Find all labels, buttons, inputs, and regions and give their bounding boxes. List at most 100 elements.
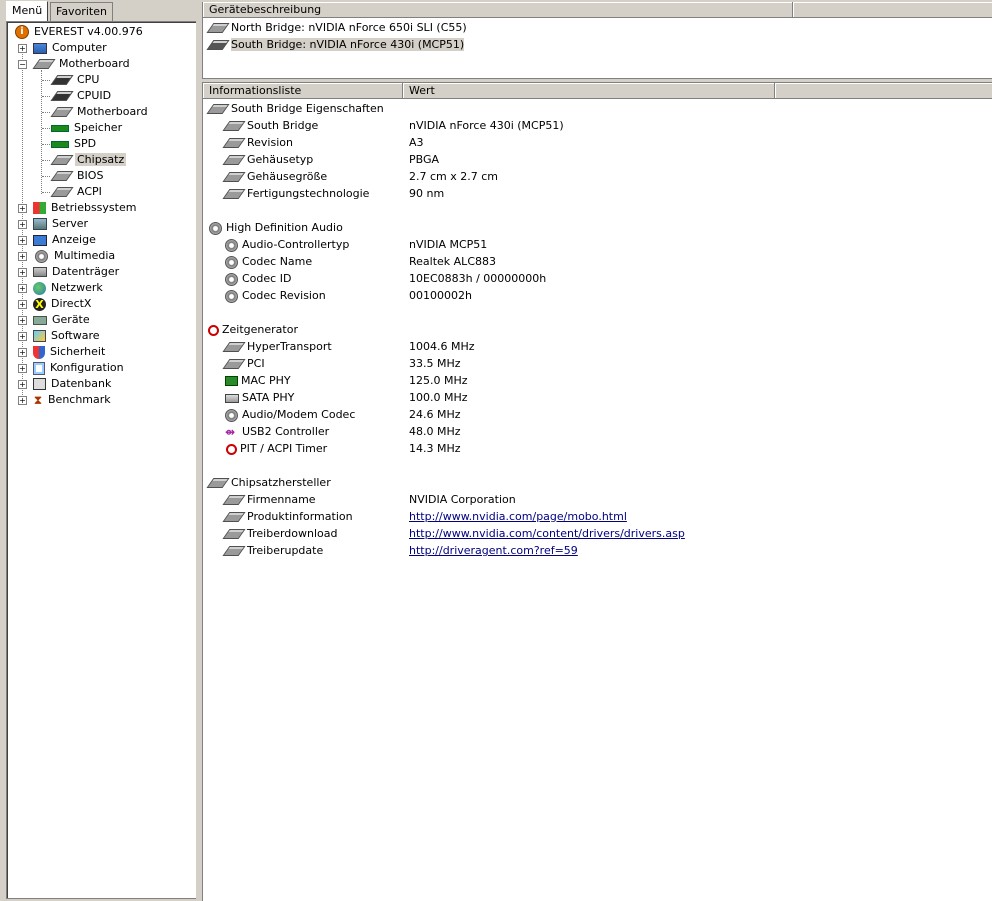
- info-row[interactable]: Codec ID: [223, 270, 291, 287]
- tree-label: Motherboard: [59, 57, 130, 70]
- tree-item-anzeige[interactable]: Anzeige: [33, 232, 98, 248]
- info-label: PIT / ACPI Timer: [240, 442, 328, 455]
- tree-item-cpuid[interactable]: CPUID: [50, 88, 113, 104]
- info-row[interactable]: Audio-Controllertyp: [223, 236, 349, 253]
- info-row[interactable]: Revision: [222, 134, 293, 151]
- tree-item-motherboard-sub[interactable]: Motherboard: [50, 104, 150, 120]
- device-description-header[interactable]: Gerätebeschreibung: [203, 2, 793, 18]
- product-info-link[interactable]: http://www.nvidia.com/page/mobo.html: [409, 510, 627, 523]
- tree-label: Datenträger: [52, 265, 120, 278]
- info-value: 10EC0883h / 00000000h: [409, 272, 547, 285]
- info-row[interactable]: PIT / ACPI Timer: [223, 440, 327, 457]
- driver-update-link[interactable]: http://driveragent.com?ref=59: [409, 544, 578, 557]
- expand-icon[interactable]: +: [18, 284, 27, 293]
- info-row[interactable]: Treiberupdate: [222, 542, 323, 559]
- tree-item-konfiguration[interactable]: Konfiguration: [33, 360, 126, 376]
- expand-icon[interactable]: +: [18, 380, 27, 389]
- tree-item-datentraeger[interactable]: Datenträger: [33, 264, 121, 280]
- column-header-value[interactable]: Wert: [403, 83, 775, 99]
- tree-item-chipsatz[interactable]: Chipsatz: [50, 152, 127, 168]
- column-header-info[interactable]: Informationsliste: [203, 83, 403, 99]
- tree-item-software[interactable]: Software: [33, 328, 102, 344]
- speaker-icon: [225, 289, 238, 303]
- chip-icon: [222, 189, 246, 199]
- info-row[interactable]: PCI: [222, 355, 265, 372]
- expand-icon[interactable]: +: [18, 364, 27, 373]
- tree-item-acpi[interactable]: ACPI: [50, 184, 104, 200]
- tree-item-multimedia[interactable]: Multimedia: [33, 248, 117, 264]
- memory-icon: [51, 124, 69, 132]
- expand-icon[interactable]: +: [18, 204, 27, 213]
- database-icon: [33, 378, 46, 390]
- device-description-panel[interactable]: Gerätebeschreibung North Bridge: nVIDIA …: [202, 2, 992, 79]
- tree-label: Benchmark: [48, 393, 111, 406]
- tree-item-cpu[interactable]: CPU: [50, 72, 101, 88]
- tree-label: Software: [51, 329, 100, 342]
- shield-icon: [33, 345, 45, 359]
- expand-icon[interactable]: +: [18, 396, 27, 405]
- expand-icon[interactable]: +: [18, 268, 27, 277]
- expand-icon[interactable]: +: [18, 252, 27, 261]
- info-row[interactable]: Gehäusetyp: [222, 151, 313, 168]
- tree-label: Betriebssystem: [51, 201, 137, 214]
- info-row[interactable]: Gehäusegröße: [222, 168, 327, 185]
- tree-item-root[interactable]: i EVEREST v4.00.976: [15, 24, 145, 40]
- info-value: 100.0 MHz: [409, 391, 468, 404]
- tree-item-spd[interactable]: SPD: [51, 136, 98, 152]
- device-row-south-bridge[interactable]: South Bridge: nVIDIA nForce 430i (MCP51): [206, 37, 465, 53]
- software-icon: [33, 330, 46, 342]
- info-value: Realtek ALC883: [409, 255, 496, 268]
- info-row[interactable]: Audio/Modem Codec: [223, 406, 355, 423]
- expand-icon[interactable]: +: [18, 300, 27, 309]
- tree-item-benchmark[interactable]: ⧗ Benchmark: [33, 392, 113, 408]
- tab-favorites[interactable]: Favoriten: [50, 2, 113, 21]
- expand-icon[interactable]: +: [18, 332, 27, 341]
- device-row-north-bridge[interactable]: North Bridge: nVIDIA nForce 650i SLI (C5…: [206, 20, 467, 36]
- tree-item-datenbank[interactable]: Datenbank: [33, 376, 113, 392]
- info-label: Firmenname: [247, 493, 316, 506]
- info-row[interactable]: Treiberdownload: [222, 525, 337, 542]
- tree-item-bios[interactable]: BIOS: [50, 168, 105, 184]
- tree-item-sicherheit[interactable]: Sicherheit: [33, 344, 107, 360]
- info-row[interactable]: MAC PHY: [223, 372, 291, 389]
- tree-label: CPUID: [77, 89, 112, 102]
- tree-label: Netzwerk: [51, 281, 103, 294]
- tree-item-motherboard[interactable]: Motherboard: [32, 56, 132, 72]
- expand-icon[interactable]: +: [18, 220, 27, 229]
- tree-item-geraete[interactable]: Geräte: [33, 312, 92, 328]
- clock-icon: [208, 324, 219, 336]
- expand-icon[interactable]: +: [18, 348, 27, 357]
- expand-icon[interactable]: +: [18, 44, 27, 53]
- tree-item-betriebssystem[interactable]: Betriebssystem: [33, 200, 138, 216]
- info-value: 2.7 cm x 2.7 cm: [409, 170, 499, 183]
- hourglass-icon: ⧗: [33, 392, 43, 407]
- tab-menu[interactable]: Menü: [6, 1, 49, 22]
- tree-item-netzwerk[interactable]: Netzwerk: [33, 280, 105, 296]
- tree-label: DirectX: [51, 297, 92, 310]
- info-label: Codec ID: [242, 272, 292, 285]
- navigation-tree[interactable]: i EVEREST v4.00.976 + Computer − Motherbo…: [6, 21, 198, 899]
- info-value: nVIDIA nForce 430i (MCP51): [409, 119, 564, 132]
- info-row[interactable]: SATA PHY: [223, 389, 294, 406]
- information-list-panel[interactable]: Informationsliste Wert South Bridge Eige…: [202, 82, 992, 901]
- info-row[interactable]: South Bridge: [222, 117, 318, 134]
- expand-icon[interactable]: +: [18, 316, 27, 325]
- tree-item-directx[interactable]: X DirectX: [33, 296, 93, 312]
- info-row[interactable]: HyperTransport: [222, 338, 332, 355]
- tree-label: Datenbank: [51, 377, 112, 390]
- info-row[interactable]: ⇴ USB2 Controller: [223, 423, 329, 440]
- collapse-icon[interactable]: −: [18, 60, 27, 69]
- tree-item-server[interactable]: Server: [33, 216, 90, 232]
- group-title: South Bridge Eigenschaften: [231, 102, 384, 115]
- chip-icon: [222, 172, 246, 182]
- info-row[interactable]: Produktinformation: [222, 508, 353, 525]
- driver-download-link[interactable]: http://www.nvidia.com/content/drivers/dr…: [409, 527, 685, 540]
- tree-item-speicher[interactable]: Speicher: [51, 120, 124, 136]
- info-row[interactable]: Codec Revision: [223, 287, 326, 304]
- info-row[interactable]: Codec Name: [223, 253, 312, 270]
- cpu-icon: [50, 75, 74, 85]
- info-row[interactable]: Firmenname: [222, 491, 316, 508]
- expand-icon[interactable]: +: [18, 236, 27, 245]
- tree-item-computer[interactable]: Computer: [33, 40, 109, 56]
- info-row[interactable]: Fertigungstechnologie: [222, 185, 369, 202]
